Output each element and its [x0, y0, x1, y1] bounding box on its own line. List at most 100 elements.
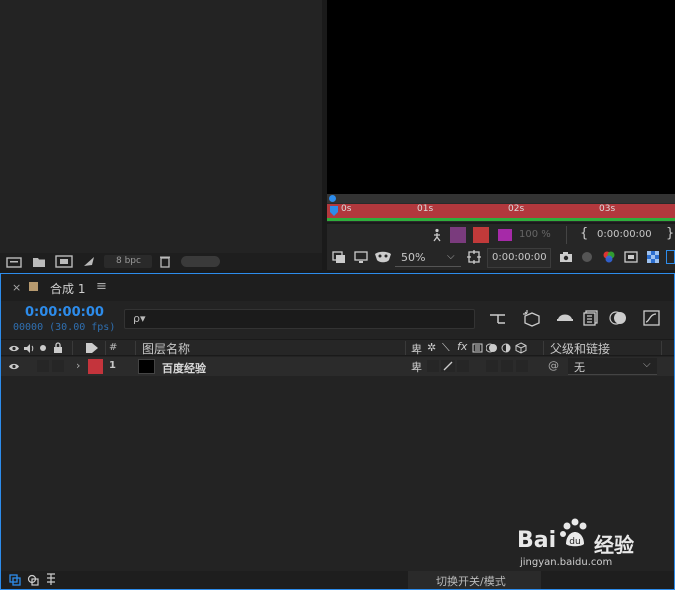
divider: [105, 341, 106, 355]
monitor-icon[interactable]: [354, 251, 368, 264]
mask-visibility-icon[interactable]: [374, 251, 392, 264]
layer-shy-switch-icon[interactable]: 卑: [411, 359, 422, 375]
timeline-timecode[interactable]: 0:00:00:00: [25, 305, 104, 320]
toggle-overlay-icon[interactable]: [666, 250, 675, 264]
watermark-brand-suffix: 经验: [594, 533, 634, 557]
ruler-mark-2: 02s: [508, 204, 525, 214]
always-preview-icon[interactable]: [332, 251, 346, 264]
expand-chevron-icon[interactable]: ›: [76, 359, 80, 372]
3d-view-magenta-button[interactable]: [450, 227, 466, 243]
search-icon: ρ▾: [133, 312, 146, 325]
3d-view-red-button[interactable]: [473, 227, 489, 243]
layer-thumbnail: [138, 359, 155, 374]
quality-switch-icon[interactable]: ⟍: [442, 341, 450, 355]
project-footer: 8 bpc: [0, 253, 322, 270]
column-layer-name[interactable]: 图层名称: [142, 340, 190, 357]
transfer-controls-pane-icon[interactable]: [27, 574, 39, 586]
work-area-bar[interactable]: [327, 204, 675, 218]
ruler-mark-1: 01s: [417, 204, 434, 214]
magnification-dropdown[interactable]: 50% ⌵: [395, 249, 461, 267]
exposure-value[interactable]: 100 %: [519, 229, 551, 240]
layer-effects-switch[interactable]: [457, 360, 469, 372]
new-composition-icon[interactable]: [55, 255, 73, 268]
layer-3d-switch[interactable]: [516, 360, 528, 372]
adjustment-switch-icon[interactable]: [501, 343, 511, 353]
tab-composition[interactable]: 合成 1: [50, 280, 85, 297]
color-swatch-purple[interactable]: [498, 229, 512, 241]
chevron-down-icon: ⌵: [643, 359, 651, 370]
layer-row[interactable]: › 1 百度经验 卑 @ 无 ⌵: [1, 357, 674, 376]
bpc-button[interactable]: 8 bpc: [104, 255, 152, 268]
timeline-tab-bar: × 合成 1 ≡: [1, 274, 674, 301]
chevron-down-icon: ⌵: [447, 251, 455, 262]
layer-switches-pane-icon[interactable]: [9, 574, 21, 586]
layer-lock-toggle[interactable]: [52, 360, 64, 372]
label-tag-icon[interactable]: [85, 342, 99, 354]
viewer-timecode[interactable]: 0:00:00:00: [597, 229, 652, 240]
draft-3d-cube-icon[interactable]: [522, 309, 542, 327]
bracket-icon: {: [580, 226, 589, 241]
solo-icon[interactable]: [40, 345, 46, 351]
divider: [135, 341, 136, 355]
panel-menu-icon[interactable]: ≡: [96, 279, 107, 294]
fast-preview-icon[interactable]: [624, 251, 638, 263]
svg-text:du: du: [569, 537, 580, 547]
frame-info: 00000 (30.00 fps): [13, 322, 116, 333]
frame-blending-icon[interactable]: [583, 310, 599, 326]
divider: [72, 341, 73, 355]
parent-dropdown[interactable]: 无 ⌵: [568, 358, 657, 375]
timeline-footer: 切换开关/模式: [1, 571, 674, 589]
layer-label-color[interactable]: [88, 359, 103, 374]
3d-layer-switch-icon[interactable]: [515, 342, 527, 354]
column-parent[interactable]: 父级和链接: [550, 340, 610, 357]
region-of-interest-icon[interactable]: [467, 250, 481, 264]
motion-blur-icon[interactable]: [609, 310, 627, 326]
show-snapshot-icon[interactable]: [580, 250, 594, 264]
layer-visibility-eye-icon[interactable]: [8, 362, 20, 371]
current-time-field[interactable]: 0:00:00:00: [487, 248, 551, 268]
layer-name[interactable]: 百度经验: [162, 360, 206, 376]
divider: [405, 341, 406, 355]
watermark-url: jingyan.baidu.com: [520, 557, 613, 568]
layer-solo-toggle[interactable]: [37, 360, 49, 372]
collapse-switch-icon[interactable]: ✲: [427, 341, 436, 354]
transparency-grid-icon[interactable]: [646, 250, 660, 264]
audio-icon[interactable]: [23, 343, 35, 354]
rgb-channels-icon[interactable]: [602, 250, 616, 264]
motion-blur-switch-icon[interactable]: [486, 343, 498, 353]
layer-collapse-switch[interactable]: [427, 360, 439, 372]
render-queue-icon[interactable]: [82, 255, 96, 268]
layer-adjustment-switch[interactable]: [501, 360, 513, 372]
camera-snapshot-icon[interactable]: [559, 251, 573, 263]
interpret-footage-icon[interactable]: [6, 256, 22, 268]
pick-whip-icon[interactable]: @: [548, 359, 559, 372]
playhead-icon[interactable]: [329, 205, 339, 219]
new-folder-icon[interactable]: [32, 256, 46, 268]
layer-quality-switch[interactable]: [441, 360, 455, 372]
eye-icon[interactable]: [8, 344, 20, 353]
bracket-close-icon: }: [666, 226, 675, 241]
thumbnail-slider[interactable]: [181, 256, 220, 267]
composition-flowchart-icon[interactable]: [489, 311, 507, 325]
in-out-duration-pane-icon[interactable]: [45, 573, 57, 586]
quality-slash-icon: [443, 361, 453, 371]
parent-value: 无: [574, 361, 585, 374]
current-time-value: 0:00:00:00: [492, 252, 547, 263]
shy-switch-icon[interactable]: 卑: [411, 341, 422, 357]
close-icon[interactable]: ×: [12, 281, 21, 294]
layer-motion-blur-switch[interactable]: [486, 360, 498, 372]
toggle-switches-modes-button[interactable]: 切换开关/模式: [408, 571, 541, 589]
navigator-start-handle[interactable]: [329, 195, 336, 202]
effects-switch-icon[interactable]: fx: [457, 340, 467, 353]
composition-viewer: [327, 0, 675, 194]
divider: [566, 226, 567, 244]
frame-blend-switch-icon[interactable]: [472, 343, 483, 353]
draft-3d-icon[interactable]: [431, 228, 443, 242]
shy-layers-icon[interactable]: [556, 311, 574, 325]
layer-column-header: # 图层名称 卑 ✲ ⟍ fx 父级和链接: [1, 339, 674, 356]
layer-search-input[interactable]: ρ▾: [124, 309, 475, 329]
graph-editor-icon[interactable]: [643, 310, 661, 326]
navigator-bar[interactable]: [327, 194, 675, 203]
trash-icon[interactable]: [159, 255, 171, 268]
lock-icon[interactable]: [53, 342, 63, 354]
